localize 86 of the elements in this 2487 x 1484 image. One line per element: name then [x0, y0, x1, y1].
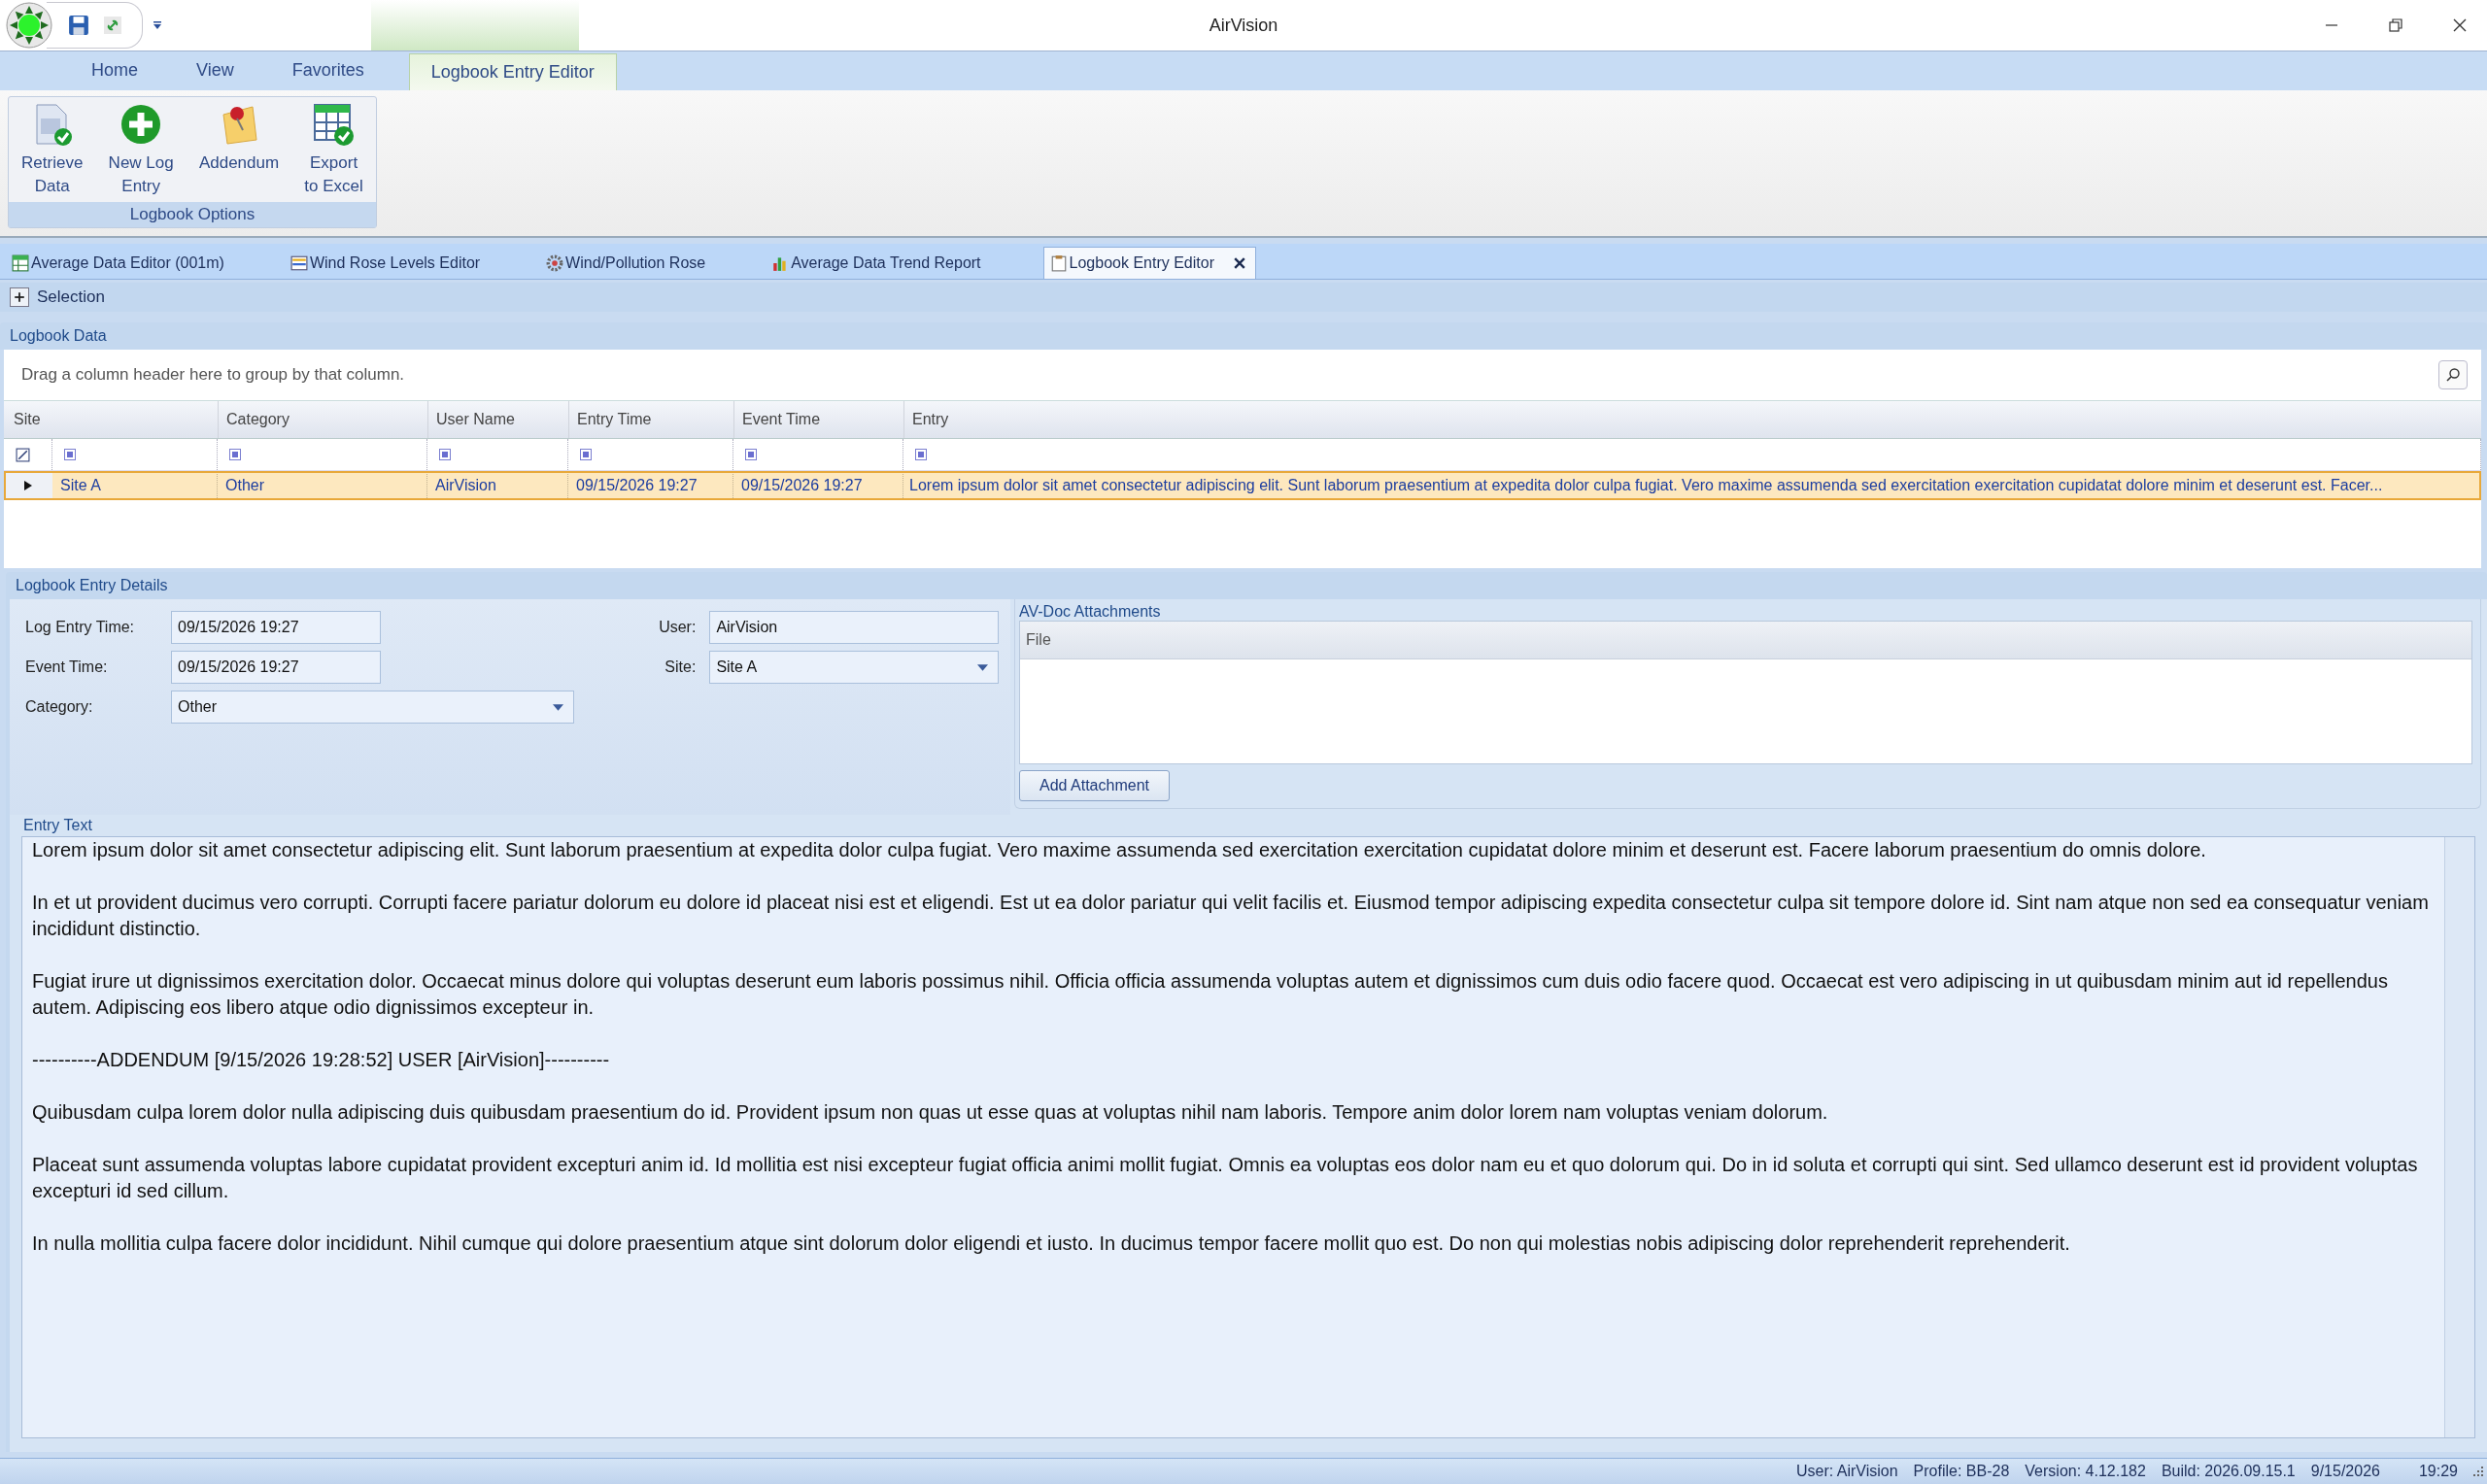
- input-field[interactable]: AirVision: [709, 611, 1000, 644]
- table-cell: Site A: [52, 471, 218, 500]
- status-text: 9/15/2026: [2310, 1463, 2380, 1480]
- status-text: User: AirVision: [1795, 1463, 1898, 1480]
- panel-header: Logbook Entry Details: [6, 572, 2487, 599]
- text-paragraph: Lorem ipsum dolor sit amet consectetur adipiscing elit. Sunt laborum praesentium at expedita dolor culpa fugiat. Vero maxime assumenda sed exercitation exercitation cupidatat dolore minim et deserunt est. Facere laborum praesentium do omnis dolore.: [32, 838, 2207, 862]
- group-hint: Drag a column header here to group by that column.: [21, 365, 405, 385]
- text-paragraph: Placeat sunt assumenda voluptas labore cupidatat provident excepturi anim id. Id mollitia est nisi excepteur fugiat officia animi mollit fugiat. Omnis ea voluptas eos dolor nam eu et quo dolorum qui. Do in id soluta et corrupti qui sint. Sed ullamco deserunt est id provident voluptas excepturi id sed cillum.: [32, 1153, 2419, 1203]
- save-icon[interactable]: [68, 15, 89, 36]
- input-field[interactable]: 09/15/2026 19:27: [171, 651, 381, 684]
- table-cell: AirVision: [427, 471, 568, 500]
- caret-icon: [977, 663, 989, 671]
- ribbon-tab[interactable]: Favorites: [268, 60, 388, 90]
- status-text: Version: 4.12.182: [2025, 1463, 2146, 1480]
- scrollbar[interactable]: [2444, 837, 2474, 1437]
- restore-icon[interactable]: [2388, 17, 2403, 33]
- table-icon: [12, 254, 29, 272]
- section-title: AV-Doc Attachments: [1019, 602, 1162, 621]
- text-paragraph: Quibusdam culpa lorem dolor nulla adipiscing duis quibusdam praesentium do id. Provident ipsum non quas ut esse quas at voluptas nihil nam laboris. Tempore anim dolor lorem nam voluptas veniam dolorum.: [32, 1100, 1829, 1125]
- field-label: User:: [658, 619, 698, 636]
- dropdown-field[interactable]: Other: [171, 691, 574, 724]
- document-tab[interactable]: Logbook Entry Editor: [1042, 247, 1256, 279]
- text-paragraph: In et ut provident ducimus vero corrupti. Corrupti facere pariatur dolorum eu dolore id placeat nisi est et eligendi. Est ut ea dolor pariatur qui velit facilis et. Eiusmod tempor adipiscing expedita consectetur culpa sit tempore dolore id. Sint nam atque non sed ea consequatur veniam incididunt distinctio.: [32, 891, 2430, 941]
- search-icon: [2445, 367, 2461, 383]
- text-paragraph: In nulla mollitia culpa facere dolor incididunt. Nihil cumque qui dolore praesentium atque sint dolorum dolor eligendi et iusto. In ducimus tempor facere mollit quo est. Do non qui molestias nobis adipiscing dolor reprehenderit reprehenderit.: [32, 1231, 2071, 1256]
- table-cell: Other: [218, 471, 427, 500]
- filter-condition-icon[interactable]: [229, 449, 241, 460]
- plus-icon: [14, 291, 25, 303]
- text-area[interactable]: [22, 837, 2444, 1437]
- section-title: Entry Text: [22, 816, 93, 834]
- column-header[interactable]: Site: [4, 401, 218, 438]
- gear-icon: [546, 254, 564, 272]
- input-field[interactable]: 09/15/2026 19:27: [171, 611, 381, 644]
- status-text: 19:29: [2418, 1463, 2458, 1480]
- table-cell: 09/15/2026 19:27: [733, 471, 903, 500]
- text-paragraph: Fugiat irure ut dignissimos exercitation dolor. Occaecat minus dolore qui voluptas deserunt eum laboris possimus nihil. Officia officia assumenda voluptas autem et dignissimos cum duis odio facere quod. Occaecat est vero adipiscing in ut quibusdam minim aut id repellendus autem. Adipiscing eos libero atque odio dignissimos excepteur in.: [32, 969, 2389, 1020]
- window-title: AirVision: [1209, 15, 1278, 36]
- column-header[interactable]: Event Time: [733, 401, 903, 438]
- field-label: Site:: [664, 658, 698, 676]
- panel-header: Logbook Data: [0, 322, 2487, 350]
- document-tab[interactable]: Wind Rose Levels Editor: [286, 248, 485, 279]
- ribbon-button[interactable]: New Log Entry: [104, 101, 178, 202]
- field-label: Category:: [25, 698, 94, 716]
- group-title: Logbook Options: [9, 202, 376, 227]
- text-paragraph: ----------ADDENDUM [9/15/2026 19:28:52] USER [AirVision]----------: [32, 1048, 611, 1072]
- document-tab[interactable]: Average Data Editor (001m): [8, 248, 228, 279]
- filter-edit-icon[interactable]: [16, 447, 30, 462]
- add-attachment-button[interactable]: Add Attachment: [1019, 770, 1170, 801]
- filter-condition-icon[interactable]: [580, 449, 592, 460]
- resize-grip-icon[interactable]: [2473, 1467, 2483, 1476]
- search-button[interactable]: [2438, 360, 2468, 389]
- filter-condition-icon[interactable]: [439, 449, 451, 460]
- filter-condition-icon[interactable]: [64, 449, 76, 460]
- ribbon-button[interactable]: Export to Excel: [300, 101, 367, 202]
- field-label: Log Entry Time:: [25, 619, 136, 636]
- row-pointer-icon: [24, 481, 32, 490]
- field-label: Event Time:: [25, 658, 109, 676]
- caret-icon: [553, 703, 563, 711]
- column-header[interactable]: User Name: [427, 401, 568, 438]
- table-cell: 09/15/2026 19:27: [568, 471, 733, 500]
- column-header[interactable]: Entry: [903, 401, 2481, 438]
- close-icon[interactable]: [1234, 257, 1245, 269]
- column-header[interactable]: Entry Time: [568, 401, 733, 438]
- document-tab[interactable]: Average Data Trend Report: [767, 248, 985, 279]
- dropdown-icon[interactable]: [153, 20, 162, 30]
- filter-condition-icon[interactable]: [915, 449, 927, 460]
- document-tab[interactable]: Wind/Pollution Rose: [542, 248, 710, 279]
- column-header[interactable]: Category: [218, 401, 427, 438]
- ribbon-button[interactable]: Retrieve Data: [17, 101, 87, 202]
- panel-title: Selection: [37, 287, 105, 307]
- ribbon-tab[interactable]: View: [173, 60, 257, 90]
- status-text: Build: 2026.09.15.1: [2161, 1463, 2296, 1480]
- ribbon-tab[interactable]: Logbook Entry Editor: [408, 53, 617, 90]
- clipboard-icon: [1049, 254, 1068, 272]
- column-header[interactable]: File: [1026, 631, 1051, 649]
- sun-logo-icon[interactable]: [6, 2, 52, 49]
- ribbon-button[interactable]: Addendum: [194, 101, 284, 202]
- table-row[interactable]: [4, 471, 2481, 500]
- stripes-icon: [290, 254, 308, 272]
- ribbon-tab[interactable]: Home: [68, 60, 161, 90]
- filter-condition-icon[interactable]: [745, 449, 757, 460]
- expand-toggle[interactable]: [10, 287, 29, 307]
- dropdown-field[interactable]: Site A: [709, 651, 1000, 684]
- close-icon[interactable]: [2452, 17, 2468, 33]
- status-text: Profile: BB-28: [1913, 1463, 2010, 1480]
- table-cell: Lorem ipsum dolor sit amet consectetur adipiscing elit. Sunt laborum praesentium at expedita dolor culpa fugiat. Vero maxime assumenda sed exercitation exercitation cupidatat dolore minim et deserunt est. Facer...: [903, 471, 2481, 500]
